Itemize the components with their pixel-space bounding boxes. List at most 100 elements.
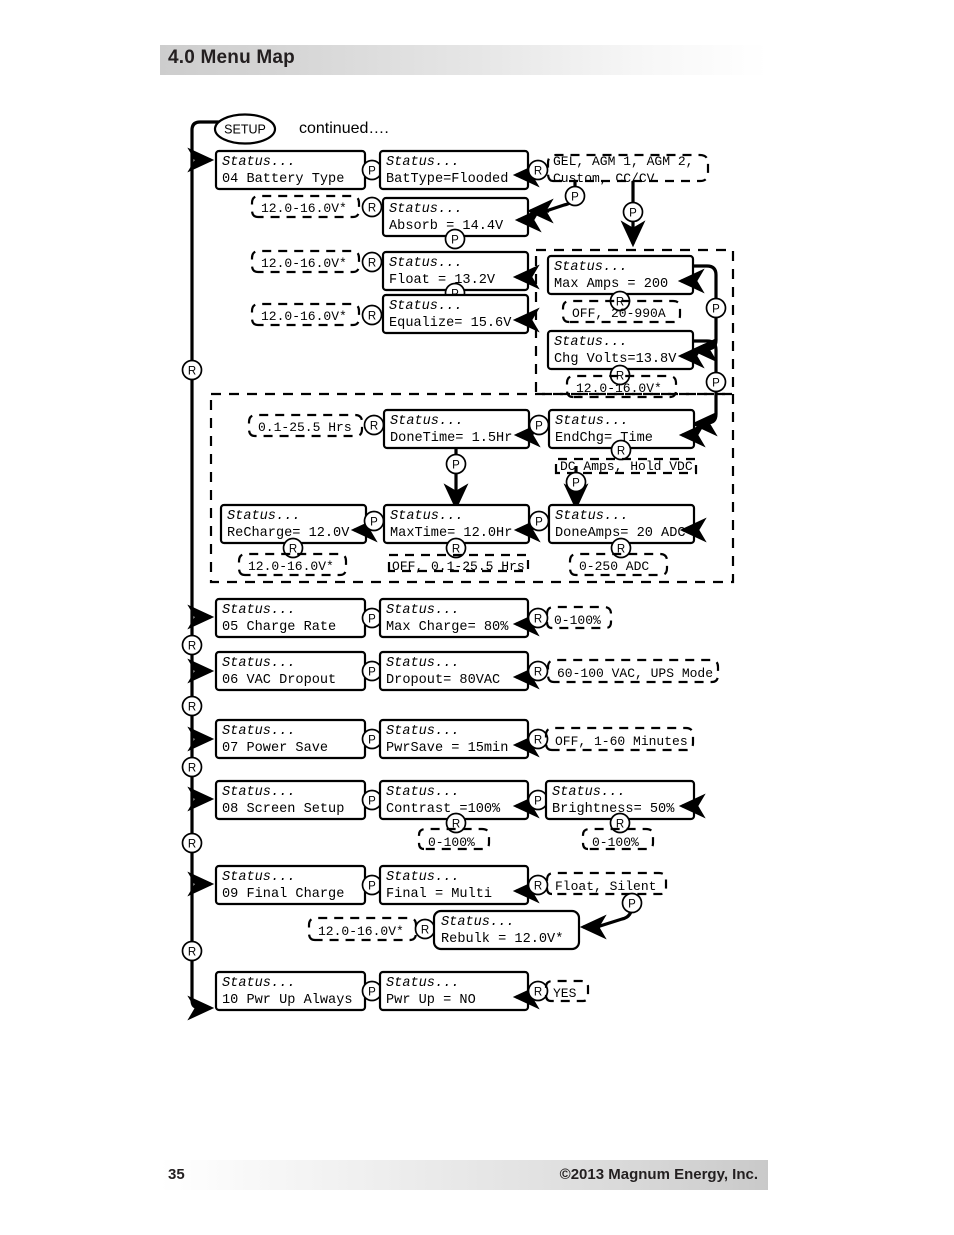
menu-box-rebulk[interactable]: Status... Rebulk = 12.0V* [432, 909, 581, 951]
option-pill-rebulk-label: 12.0-16.0V* [318, 924, 404, 939]
option-pill-recharge-label: 12.0-16.0V* [248, 559, 334, 574]
press-badge-label: P [368, 666, 376, 678]
menu-title-08: 08 Screen Setup [222, 802, 344, 817]
menu-value-done-time: DoneTime= 1.5Hr [390, 431, 512, 446]
menu-box-04-value[interactable]: Status... BatType=Flooded [378, 149, 540, 191]
option-pill-absorb: 12.0-16.0V* [250, 194, 361, 219]
menu-box-05-value[interactable]: Status... Max Charge= 80% [378, 597, 540, 639]
option-pill-09: Float, Silent [545, 871, 668, 896]
return-badge-label: R [188, 762, 196, 774]
menu-title-10: 10 Pwr Up Always [222, 993, 353, 1008]
return-badge-spine-1: R [181, 359, 203, 381]
menu-box-07-value[interactable]: Status... PwrSave = 15min [378, 718, 540, 760]
menu-title-07: 07 Power Save [222, 741, 328, 756]
status-label: Status... [222, 603, 295, 618]
menu-box-06-title[interactable]: Status... 06 VAC Dropout [214, 650, 367, 692]
status-label: Status... [441, 915, 514, 930]
menu-box-10-value[interactable]: Status... Pwr Up = NO [378, 970, 540, 1012]
menu-box-done-time[interactable]: Status... DoneTime= 1.5Hr [382, 408, 541, 450]
menu-value-05: Max Charge= 80% [386, 620, 509, 635]
option-pill-chg-volts-label: 12.0-16.0V* [576, 381, 662, 396]
press-badge-label: P [628, 898, 636, 910]
status-label: Status... [222, 724, 295, 739]
return-badge-label: R [188, 640, 196, 652]
return-badge-label: R [534, 165, 542, 177]
press-badge-09: P [361, 874, 383, 896]
return-badge-label: R [534, 986, 542, 998]
return-badge-10: R [527, 980, 549, 1002]
menu-box-equalize[interactable]: Status... Equalize= 15.6V [381, 293, 540, 335]
return-badge-label: R [452, 543, 460, 555]
return-badge-label: R [534, 613, 542, 625]
return-badge-absorb: R [361, 196, 383, 218]
press-badge-label: P [712, 303, 720, 315]
return-badge-label: R [368, 257, 376, 269]
menu-value-04: BatType=Flooded [386, 172, 508, 187]
press-badge-label: P [368, 165, 376, 177]
press-badge-label: P [368, 734, 376, 746]
menu-title-09: 09 Final Charge [222, 887, 344, 902]
status-label: Status... [555, 509, 628, 524]
menu-box-07-title[interactable]: Status... 07 Power Save [214, 718, 367, 760]
status-label: Status... [222, 785, 295, 800]
status-label: Status... [389, 202, 462, 217]
menu-box-doneamps[interactable]: Status... DoneAmps= 20 ADC [547, 503, 707, 545]
return-badge-done-time: R [363, 414, 385, 436]
menu-box-recharge[interactable]: Status... ReCharge= 12.0V [219, 503, 378, 545]
option-pill-04-line2: Custom, CC/CV [553, 171, 655, 186]
option-pill-float-label: 12.0-16.0V* [261, 256, 347, 271]
status-label: Status... [390, 414, 463, 429]
option-pill-done-time: 0.1-25.5 Hrs [247, 413, 364, 438]
press-badge-label: P [534, 795, 542, 807]
menu-box-maxtime[interactable]: Status... MaxTime= 12.0Hr [382, 503, 541, 545]
return-badge-label: R [421, 924, 429, 936]
return-badge-spine-3: R [181, 695, 203, 717]
menu-title-05: 05 Charge Rate [222, 620, 336, 635]
menu-box-08-title[interactable]: Status... 08 Screen Setup [214, 779, 367, 821]
option-pill-done-time-label: 0.1-25.5 Hrs [258, 420, 352, 435]
return-badge-label: R [534, 666, 542, 678]
option-pill-07: OFF, 1-60 Minutes [544, 726, 695, 752]
menu-box-09-title[interactable]: Status... 09 Final Charge [214, 864, 367, 906]
option-pill-rebulk: 12.0-16.0V* [307, 916, 418, 942]
setup-node[interactable]: SETUP [213, 113, 277, 145]
press-badge-label: P [572, 477, 580, 489]
status-label: Status... [227, 509, 300, 524]
menu-box-06-value[interactable]: Status... Dropout= 80VAC [378, 650, 540, 692]
press-badge-label: P [629, 207, 637, 219]
return-badge-label: R [368, 310, 376, 322]
menu-value-06: Dropout= 80VAC [386, 673, 500, 688]
menu-value-float: Float = 13.2V [389, 273, 496, 288]
menu-box-10-title[interactable]: Status... 10 Pwr Up Always [214, 970, 367, 1012]
spine-branch-07 [187, 726, 215, 752]
option-pill-10: YES [544, 979, 590, 1003]
menu-box-chg-volts[interactable]: Status... Chg Volts=13.8V [546, 329, 705, 371]
spine-branch-04 [187, 147, 215, 173]
option-pill-05-label: 0-100% [554, 613, 601, 628]
return-badge-endchg: R [610, 439, 632, 461]
menu-box-max-amps[interactable]: Status... Max Amps = 200 [546, 254, 705, 296]
return-badge-label: R [370, 420, 378, 432]
option-pill-08-brightness-label: 0-100% [592, 835, 639, 850]
option-pill-max-amps-label: OFF, 20-990A [572, 306, 666, 321]
press-badge-06: P [361, 660, 383, 682]
status-label: Status... [389, 256, 462, 271]
press-badge-label: P [368, 986, 376, 998]
menu-box-05-title[interactable]: Status... 05 Charge Rate [214, 597, 367, 639]
press-badge-endchg-to-done-time: P [528, 414, 550, 436]
option-pill-absorb-label: 12.0-16.0V* [261, 201, 347, 216]
status-label: Status... [554, 260, 627, 275]
menu-box-09-value[interactable]: Status... Final = Multi [378, 864, 540, 906]
return-badge-equalize: R [361, 304, 383, 326]
option-pill-07-label: OFF, 1-60 Minutes [555, 734, 688, 749]
option-pill-maxtime-label: OFF, 0.1-25.5 Hrs [392, 559, 525, 574]
spine-branch-08 [187, 786, 215, 812]
return-badge-spine-2: R [181, 634, 203, 656]
menu-title-06: 06 VAC Dropout [222, 673, 336, 688]
status-label: Status... [222, 656, 295, 671]
menu-box-04-title[interactable]: Status... 04 Battery Type [214, 149, 367, 191]
menu-value-08: Contrast =100% [386, 802, 501, 817]
status-label: Status... [386, 603, 459, 618]
press-badge-09-to-rebulk: P [579, 892, 643, 940]
status-label: Status... [386, 155, 459, 170]
